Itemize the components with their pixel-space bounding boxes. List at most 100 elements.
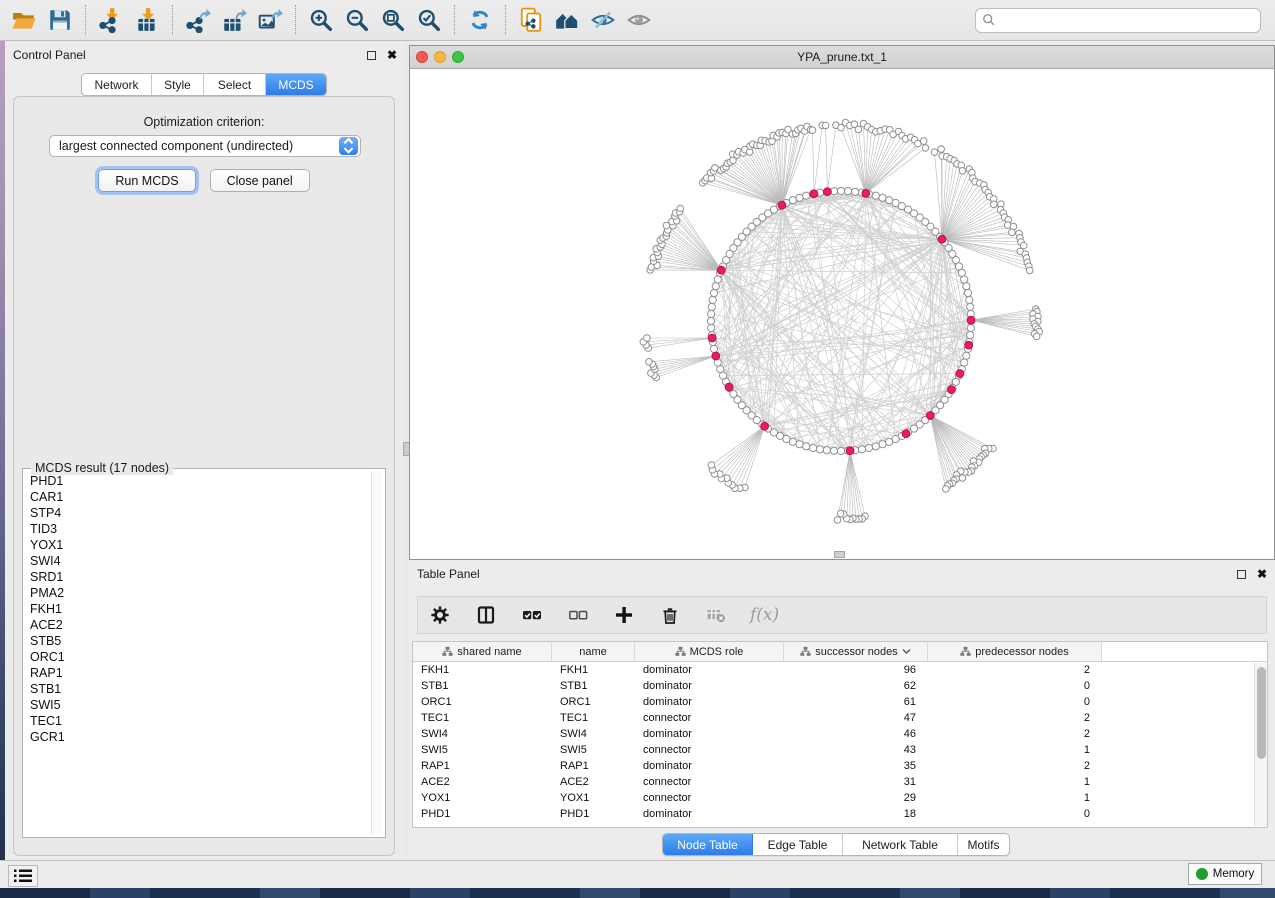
cell-successor-nodes[interactable]: 29 xyxy=(784,790,928,806)
show-hidden-button[interactable] xyxy=(621,3,657,37)
export-image-button[interactable] xyxy=(252,3,288,37)
cell-shared-name[interactable]: SWI5 xyxy=(413,742,552,758)
cell-shared-name[interactable]: SWI4 xyxy=(413,726,552,742)
import-network-button[interactable] xyxy=(93,3,129,37)
table-row[interactable]: ACE2ACE2connector311 xyxy=(413,774,1267,790)
cell-shared-name[interactable]: ORC1 xyxy=(413,694,552,710)
mcds-result-item[interactable]: SWI4 xyxy=(25,553,370,569)
mcds-result-item[interactable]: FKH1 xyxy=(25,601,370,617)
mcds-result-item[interactable]: TID3 xyxy=(25,521,370,537)
search-input[interactable] xyxy=(1001,13,1254,27)
mcds-result-item[interactable]: PHD1 xyxy=(25,473,370,489)
mcds-result-item[interactable]: YOX1 xyxy=(25,537,370,553)
float-panel-icon[interactable] xyxy=(367,51,376,60)
zoom-selected-button[interactable] xyxy=(411,3,447,37)
cell-successor-nodes[interactable]: 31 xyxy=(784,774,928,790)
node-table[interactable]: shared namenameMCDS rolesuccessor nodesp… xyxy=(412,641,1268,828)
column-header-name[interactable]: name xyxy=(552,642,635,661)
settings-button[interactable] xyxy=(428,603,452,627)
tab-network-table[interactable]: Network Table xyxy=(843,834,958,855)
mcds-result-item[interactable]: STB1 xyxy=(25,681,370,697)
mcds-result-item[interactable]: SWI5 xyxy=(25,697,370,713)
hide-selected-button[interactable] xyxy=(585,3,621,37)
mcds-result-list[interactable]: PHD1CAR1STP4TID3YOX1SWI4SRD1PMA2FKH1ACE2… xyxy=(25,473,370,835)
cell-name[interactable]: ACE2 xyxy=(552,774,635,790)
tab-motifs[interactable]: Motifs xyxy=(958,834,1009,855)
cell-predecessor-nodes[interactable]: 2 xyxy=(928,710,1102,726)
export-table-button[interactable] xyxy=(216,3,252,37)
deselect-all-button[interactable] xyxy=(566,603,590,627)
table-row[interactable]: ORC1ORC1dominator610 xyxy=(413,694,1267,710)
table-row[interactable]: YOX1YOX1connector291 xyxy=(413,790,1267,806)
table-row[interactable]: RAP1RAP1dominator352 xyxy=(413,758,1267,774)
mcds-result-item[interactable]: STP4 xyxy=(25,505,370,521)
table-row[interactable]: TEC1TEC1connector472 xyxy=(413,710,1267,726)
mcds-result-item[interactable]: PMA2 xyxy=(25,585,370,601)
cell-shared-name[interactable]: STB1 xyxy=(413,678,552,694)
cell-successor-nodes[interactable]: 47 xyxy=(784,710,928,726)
open-folder-button[interactable] xyxy=(6,3,42,37)
new-network-from-selection-button[interactable] xyxy=(513,3,549,37)
memory-button[interactable]: Memory xyxy=(1188,863,1262,885)
mcds-result-item[interactable]: ORC1 xyxy=(25,649,370,665)
run-mcds-button[interactable]: Run MCDS xyxy=(98,169,195,192)
network-overview-button[interactable] xyxy=(549,3,585,37)
cell-predecessor-nodes[interactable]: 0 xyxy=(928,678,1102,694)
cell-MCDS-role[interactable]: dominator xyxy=(635,806,784,822)
cell-predecessor-nodes[interactable]: 2 xyxy=(928,758,1102,774)
table-row[interactable]: FKH1FKH1dominator962 xyxy=(413,662,1267,678)
cell-predecessor-nodes[interactable]: 0 xyxy=(928,806,1102,822)
table-row[interactable]: STB1STB1dominator620 xyxy=(413,678,1267,694)
cell-MCDS-role[interactable]: connector xyxy=(635,774,784,790)
cell-name[interactable]: TEC1 xyxy=(552,710,635,726)
mcds-result-item[interactable]: ACE2 xyxy=(25,617,370,633)
mcds-result-item[interactable]: CAR1 xyxy=(25,489,370,505)
cell-successor-nodes[interactable]: 43 xyxy=(784,742,928,758)
network-graph[interactable] xyxy=(410,69,1274,559)
cell-predecessor-nodes[interactable]: 0 xyxy=(928,694,1102,710)
horizontal-splitter-handle[interactable] xyxy=(834,551,845,558)
mcds-list-scrollbar[interactable] xyxy=(371,471,383,835)
column-header-predecessor-nodes[interactable]: predecessor nodes xyxy=(928,642,1102,661)
search-box[interactable] xyxy=(975,8,1261,33)
mcds-result-item[interactable]: STB5 xyxy=(25,633,370,649)
cell-shared-name[interactable]: ACE2 xyxy=(413,774,552,790)
cell-MCDS-role[interactable]: dominator xyxy=(635,662,784,678)
cell-name[interactable]: FKH1 xyxy=(552,662,635,678)
cell-shared-name[interactable]: TEC1 xyxy=(413,710,552,726)
export-network-button[interactable] xyxy=(180,3,216,37)
cell-successor-nodes[interactable]: 96 xyxy=(784,662,928,678)
save-button[interactable] xyxy=(42,3,78,37)
cell-MCDS-role[interactable]: dominator xyxy=(635,758,784,774)
cell-shared-name[interactable]: RAP1 xyxy=(413,758,552,774)
cell-name[interactable]: STB1 xyxy=(552,678,635,694)
mcds-result-item[interactable]: GCR1 xyxy=(25,729,370,745)
cell-name[interactable]: PHD1 xyxy=(552,806,635,822)
criterion-dropdown[interactable]: largest connected component (undirected) xyxy=(49,135,361,157)
cell-shared-name[interactable]: YOX1 xyxy=(413,790,552,806)
network-window-titlebar[interactable]: YPA_prune.txt_1 xyxy=(410,46,1274,69)
cell-name[interactable]: SWI4 xyxy=(552,726,635,742)
refresh-button[interactable] xyxy=(462,3,498,37)
tab-style[interactable]: Style xyxy=(152,74,204,95)
cell-predecessor-nodes[interactable]: 2 xyxy=(928,726,1102,742)
cell-name[interactable]: SWI5 xyxy=(552,742,635,758)
cell-MCDS-role[interactable]: connector xyxy=(635,710,784,726)
table-row[interactable]: PHD1PHD1dominator180 xyxy=(413,806,1267,822)
close-panel-button[interactable]: Close panel xyxy=(210,169,310,192)
cell-predecessor-nodes[interactable]: 1 xyxy=(928,774,1102,790)
cell-predecessor-nodes[interactable]: 2 xyxy=(928,662,1102,678)
tab-network[interactable]: Network xyxy=(82,74,152,95)
tab-select[interactable]: Select xyxy=(204,74,266,95)
delete-button[interactable] xyxy=(658,603,682,627)
cell-predecessor-nodes[interactable]: 1 xyxy=(928,742,1102,758)
cell-successor-nodes[interactable]: 18 xyxy=(784,806,928,822)
cell-successor-nodes[interactable]: 61 xyxy=(784,694,928,710)
mcds-result-item[interactable]: SRD1 xyxy=(25,569,370,585)
column-header-successor-nodes[interactable]: successor nodes xyxy=(784,642,928,661)
cell-MCDS-role[interactable]: connector xyxy=(635,790,784,806)
cell-name[interactable]: ORC1 xyxy=(552,694,635,710)
zoom-in-button[interactable] xyxy=(303,3,339,37)
add-button[interactable] xyxy=(612,603,636,627)
cell-MCDS-role[interactable]: dominator xyxy=(635,678,784,694)
